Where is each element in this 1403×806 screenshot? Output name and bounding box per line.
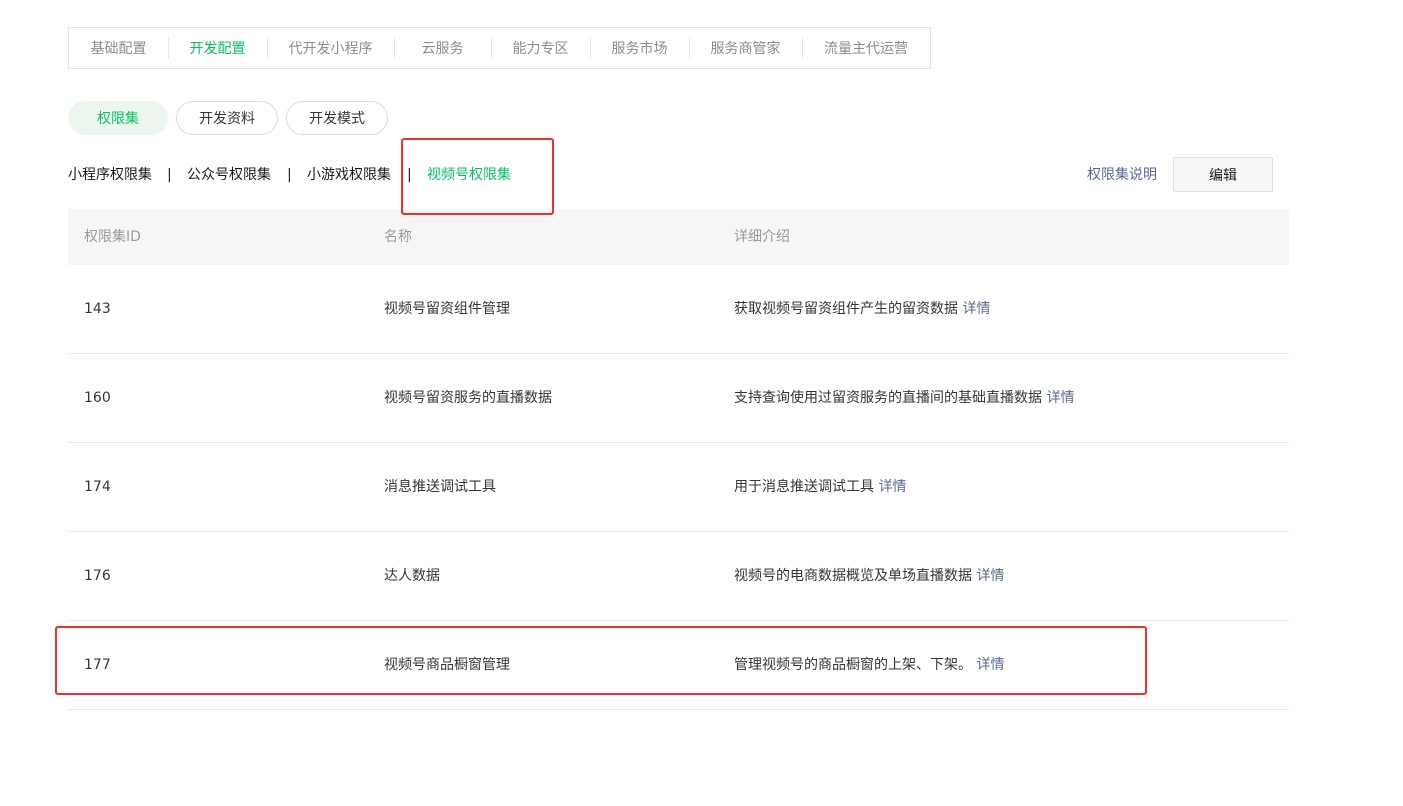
- row-desc-text: 视频号的电商数据概览及单场直播数据: [734, 568, 972, 584]
- subtab-separator: |: [287, 167, 292, 183]
- tab-service-market[interactable]: 服务市场: [590, 28, 689, 68]
- top-nav: 基础配置 开发配置 代开发小程序 云服务 能力专区 服务市场 服务商管家 流量主…: [68, 27, 931, 69]
- subtab-separator: |: [167, 167, 172, 183]
- row-desc-text: 用于消息推送调试工具: [734, 479, 874, 495]
- row-name: 视频号留资组件管理: [384, 301, 510, 317]
- row-name: 达人数据: [384, 568, 440, 584]
- row-desc: 用于消息推送调试工具 详情: [734, 443, 906, 531]
- detail-link[interactable]: 详情: [976, 657, 1004, 673]
- pill-permission-set[interactable]: 权限集: [68, 101, 168, 135]
- row-id: 174: [84, 479, 111, 495]
- row-desc: 管理视频号的商品橱窗的上架、下架。 详情: [734, 621, 1004, 709]
- subtab-separator: |: [407, 167, 412, 183]
- detail-link[interactable]: 详情: [976, 568, 1004, 584]
- tab-provider-steward[interactable]: 服务商管家: [689, 28, 802, 68]
- header-desc: 详细介绍: [734, 229, 790, 245]
- tab-dev-config[interactable]: 开发配置: [168, 28, 267, 68]
- row-name: 视频号留资服务的直播数据: [384, 390, 552, 406]
- row-desc-text: 支持查询使用过留资服务的直播间的基础直播数据: [734, 390, 1042, 406]
- table-header: 权限集ID 名称 详细介绍: [68, 209, 1289, 265]
- edit-button[interactable]: 编辑: [1173, 157, 1273, 192]
- row-desc: 视频号的电商数据概览及单场直播数据 详情: [734, 532, 1004, 620]
- tab-proxy-miniprogram[interactable]: 代开发小程序: [267, 28, 394, 68]
- table-row: 160 视频号留资服务的直播数据 支持查询使用过留资服务的直播间的基础直播数据 …: [68, 354, 1289, 443]
- row-id: 176: [84, 568, 111, 584]
- permission-set-help-link[interactable]: 权限集说明: [1087, 165, 1157, 185]
- table-row: 174 消息推送调试工具 用于消息推送调试工具 详情: [68, 443, 1289, 532]
- detail-link[interactable]: 详情: [1046, 390, 1074, 406]
- detail-link[interactable]: 详情: [878, 479, 906, 495]
- tab-cloud-service[interactable]: 云服务: [394, 28, 491, 68]
- row-desc: 获取视频号留资组件产生的留资数据 详情: [734, 265, 990, 353]
- pill-dev-mode[interactable]: 开发模式: [286, 101, 388, 135]
- table-row: 143 视频号留资组件管理 获取视频号留资组件产生的留资数据 详情: [68, 265, 1289, 354]
- tab-basic-config[interactable]: 基础配置: [69, 28, 168, 68]
- tab-capability-zone[interactable]: 能力专区: [491, 28, 590, 68]
- row-desc-text: 管理视频号的商品橱窗的上架、下架。: [734, 657, 972, 673]
- detail-link[interactable]: 详情: [962, 301, 990, 317]
- row-id: 143: [84, 301, 111, 317]
- row-desc: 支持查询使用过留资服务的直播间的基础直播数据 详情: [734, 354, 1074, 442]
- subtab-official-account-permissions[interactable]: 公众号权限集: [187, 165, 271, 185]
- row-name: 视频号商品橱窗管理: [384, 657, 510, 673]
- subtab-miniprogram-permissions[interactable]: 小程序权限集: [68, 165, 152, 185]
- table-row: 177 视频号商品橱窗管理 管理视频号的商品橱窗的上架、下架。 详情: [68, 621, 1289, 710]
- row-name: 消息推送调试工具: [384, 479, 496, 495]
- subtab-minigame-permissions[interactable]: 小游戏权限集: [307, 165, 391, 185]
- pill-dev-docs[interactable]: 开发资料: [176, 101, 278, 135]
- row-id: 160: [84, 390, 111, 406]
- header-id: 权限集ID: [84, 229, 141, 245]
- row-id: 177: [84, 657, 111, 673]
- row-desc-text: 获取视频号留资组件产生的留资数据: [734, 301, 958, 317]
- header-name: 名称: [384, 229, 412, 245]
- table-row: 176 达人数据 视频号的电商数据概览及单场直播数据 详情: [68, 532, 1289, 621]
- subtab-channels-permissions[interactable]: 视频号权限集: [427, 165, 511, 185]
- tab-traffic-operation[interactable]: 流量主代运营: [802, 28, 930, 68]
